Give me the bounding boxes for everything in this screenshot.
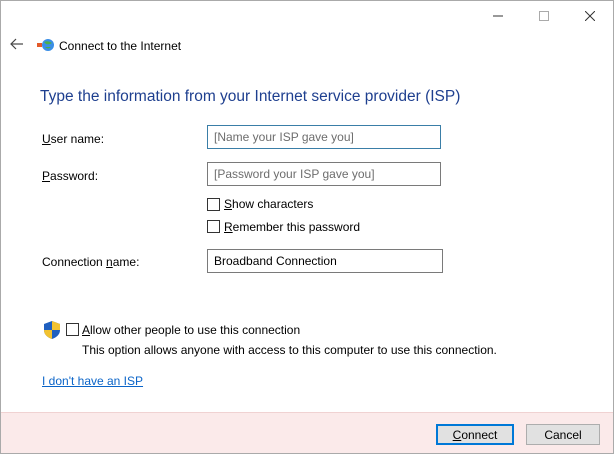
maximize-button[interactable] (521, 1, 567, 31)
minimize-icon (493, 15, 503, 17)
remember-password-checkbox[interactable] (207, 220, 220, 233)
window-title: Connect to the Internet (59, 39, 182, 53)
cancel-button[interactable]: Cancel (526, 424, 600, 445)
show-characters-label: Show characters (224, 197, 314, 211)
connection-name-label: Connection name: (42, 255, 140, 269)
network-globe-icon (37, 39, 54, 51)
close-icon (585, 11, 595, 21)
password-input[interactable] (207, 162, 441, 186)
connect-button[interactable]: Connect (436, 424, 514, 445)
username-label: User name: (42, 132, 105, 146)
show-characters-checkbox[interactable] (207, 198, 220, 211)
allow-others-description: This option allows anyone with access to… (82, 343, 497, 357)
dialog-window: Connect to the Internet Type the informa… (0, 0, 614, 454)
username-input[interactable] (207, 125, 441, 149)
allow-others-label: Allow other people to use this connectio… (82, 323, 301, 337)
close-button[interactable] (567, 1, 613, 31)
maximize-icon (539, 11, 549, 21)
connection-name-input[interactable] (207, 249, 443, 273)
dialog-footer: Connect Cancel (1, 412, 613, 453)
back-arrow-icon (10, 38, 23, 50)
minimize-button[interactable] (475, 1, 521, 31)
uac-shield-icon (44, 321, 60, 339)
page-heading: Type the information from your Internet … (40, 88, 461, 105)
allow-others-checkbox[interactable] (66, 323, 79, 336)
back-button[interactable] (8, 35, 26, 53)
remember-password-label: Remember this password (224, 220, 361, 234)
password-label: Password: (42, 169, 99, 183)
no-isp-link[interactable]: I don't have an ISP (42, 374, 143, 388)
